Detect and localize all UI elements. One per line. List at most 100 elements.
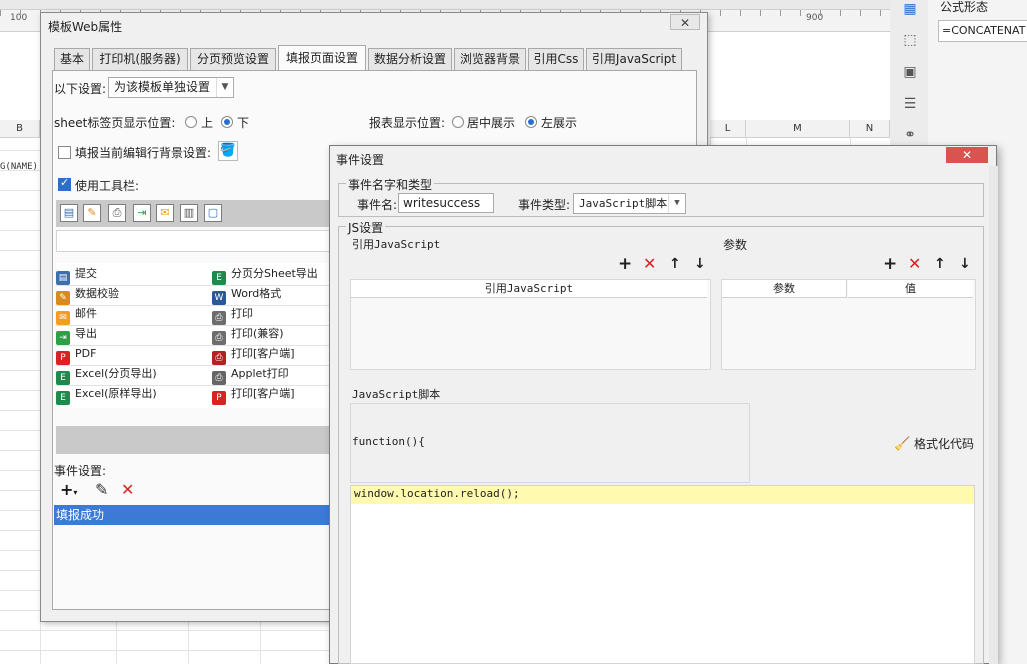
button-item[interactable]: ✎ 数据校验 bbox=[56, 284, 119, 305]
ref-js-header[interactable]: 引用JavaScript bbox=[351, 280, 707, 298]
ruler-tick bbox=[840, 10, 841, 16]
move-up-button[interactable]: ↑ bbox=[669, 256, 681, 272]
print-client-icon: ⎙ bbox=[212, 351, 226, 365]
widget-icon[interactable]: ▦ bbox=[902, 1, 918, 17]
column-header-m[interactable]: M bbox=[746, 120, 850, 138]
script-label: JavaScript脚本 bbox=[352, 388, 441, 401]
button-item[interactable]: ⎙ 打印[客户端] bbox=[212, 344, 295, 365]
button-item[interactable]: P PDF bbox=[56, 344, 96, 365]
crop-icon[interactable]: ⬚ bbox=[902, 32, 918, 48]
button-item[interactable]: E Excel(分页导出) bbox=[56, 364, 157, 385]
chevron-down-icon: ▼ bbox=[216, 78, 233, 97]
tab-css[interactable]: 引用Css bbox=[528, 48, 584, 70]
radio-report-left[interactable] bbox=[525, 116, 537, 128]
delete-js-button[interactable]: ✕ bbox=[643, 256, 656, 272]
tab-data-analysis[interactable]: 数据分析设置 bbox=[368, 48, 452, 70]
print-icon[interactable]: ⎙ bbox=[108, 204, 126, 222]
tab-page-preview[interactable]: 分页预览设置 bbox=[190, 48, 276, 70]
ruler-tick bbox=[20, 10, 21, 16]
pdf-print-icon: P bbox=[212, 391, 226, 405]
event-list-item[interactable]: 填报成功 bbox=[54, 505, 332, 525]
radio-label: 居中展示 bbox=[467, 116, 516, 130]
window-icon[interactable]: ▢ bbox=[204, 204, 222, 222]
button-item[interactable]: ⎙ 打印(兼容) bbox=[212, 324, 284, 345]
button-item[interactable]: E 分页分Sheet导出 bbox=[212, 264, 318, 285]
ruler-tick bbox=[800, 10, 801, 16]
radio-report-center[interactable] bbox=[452, 116, 464, 128]
dialog-title: 事件设置 bbox=[336, 153, 385, 167]
button-item[interactable]: ▤ 提交 bbox=[56, 264, 97, 285]
event-settings-label: 事件设置: bbox=[54, 464, 107, 478]
paint-bucket-icon[interactable]: 🪣 bbox=[218, 141, 238, 161]
fill-bg-label: 填报当前编辑行背景设置: bbox=[75, 146, 212, 160]
move-down-button[interactable]: ↓ bbox=[694, 256, 706, 272]
button-item-label: 分页分Sheet导出 bbox=[231, 267, 318, 280]
button-item[interactable]: ✉ 邮件 bbox=[56, 304, 97, 325]
delete-event-button[interactable]: ✕ bbox=[121, 482, 134, 498]
code-line[interactable]: window.location.reload(); bbox=[354, 486, 520, 502]
toolbar-slot bbox=[56, 230, 336, 252]
group-title: 事件名字和类型 bbox=[346, 176, 435, 193]
layout-icon[interactable]: ▥ bbox=[180, 204, 198, 222]
button-item-label: 打印(兼容) bbox=[231, 327, 284, 340]
params-header-value[interactable]: 值 bbox=[848, 280, 973, 298]
settings-select-value: 为该模板单独设置 bbox=[114, 80, 211, 94]
close-button[interactable]: ✕ bbox=[946, 147, 988, 163]
params-header-param[interactable]: 参数 bbox=[722, 280, 847, 298]
tab-printer[interactable]: 打印机(服务器) bbox=[92, 48, 188, 70]
button-item-label: Applet打印 bbox=[231, 367, 289, 380]
settings-label: 以下设置: bbox=[54, 82, 107, 96]
radio-sheet-bottom[interactable] bbox=[221, 116, 233, 128]
export-icon[interactable]: ⇥ bbox=[133, 204, 151, 222]
column-header-l[interactable]: L bbox=[710, 120, 746, 138]
param-down-button[interactable]: ↓ bbox=[959, 256, 971, 272]
report-pos-label: 报表显示位置: bbox=[369, 116, 446, 130]
button-item-label: 打印[客户端] bbox=[231, 347, 295, 360]
pencil-icon[interactable]: ✎ bbox=[83, 204, 101, 222]
ruler-tick bbox=[780, 10, 781, 16]
button-item[interactable]: ⇥ 导出 bbox=[56, 324, 97, 345]
word-icon: W bbox=[212, 291, 226, 305]
layers-icon[interactable]: ☰ bbox=[902, 96, 918, 112]
settings-select[interactable]: 为该模板单独设置 ▼ bbox=[108, 77, 234, 98]
button-item[interactable]: ⎙ Applet打印 bbox=[212, 364, 289, 385]
use-toolbar-checkbox[interactable] bbox=[58, 176, 71, 191]
code-editor[interactable] bbox=[350, 485, 975, 664]
column-header-n[interactable]: N bbox=[850, 120, 890, 138]
column-header-b[interactable]: B bbox=[0, 120, 40, 138]
button-item-label: 提交 bbox=[75, 267, 97, 280]
dropdown-icon[interactable]: ▣ bbox=[902, 64, 918, 80]
mail-icon[interactable]: ✉ bbox=[156, 204, 174, 222]
button-item[interactable]: E Excel(原样导出) bbox=[56, 384, 157, 405]
add-param-button[interactable]: + bbox=[883, 256, 897, 273]
event-type-select[interactable]: JavaScript脚本 ▼ bbox=[573, 193, 686, 214]
tab-fill-page[interactable]: 填报页面设置 bbox=[278, 45, 366, 70]
radio-sheet-top[interactable] bbox=[185, 116, 197, 128]
format-code-label: 格式化代码 bbox=[914, 437, 975, 451]
button-item-label: 打印[客户端] bbox=[231, 387, 295, 400]
button-item-label: Word格式 bbox=[231, 287, 282, 300]
edit-icon[interactable]: ✎ bbox=[95, 482, 108, 498]
param-up-button[interactable]: ↑ bbox=[934, 256, 946, 272]
button-item[interactable]: W Word格式 bbox=[212, 284, 282, 305]
fill-bg-checkbox[interactable] bbox=[58, 146, 71, 159]
excel-icon: E bbox=[212, 271, 226, 285]
tab-basic[interactable]: 基本 bbox=[54, 48, 90, 70]
applet-print-icon: ⎙ bbox=[212, 371, 226, 385]
radio-label: 下 bbox=[237, 116, 250, 130]
tab-javascript[interactable]: 引用JavaScript bbox=[586, 48, 682, 70]
link-icon[interactable]: ⚭ bbox=[902, 127, 918, 143]
save-icon[interactable]: ▤ bbox=[60, 204, 78, 222]
close-button[interactable]: ✕ bbox=[670, 14, 700, 30]
button-item[interactable]: P 打印[客户端] bbox=[212, 384, 295, 405]
scrollbar[interactable] bbox=[989, 166, 998, 664]
button-item-label: 邮件 bbox=[75, 307, 97, 320]
format-code-button[interactable]: 🧹 格式化代码 bbox=[894, 435, 974, 452]
delete-param-button[interactable]: ✕ bbox=[908, 256, 921, 272]
formula-field[interactable]: =CONCATENAT bbox=[938, 20, 1027, 42]
add-event-button[interactable]: +▾ bbox=[60, 482, 77, 501]
tab-browser-bg[interactable]: 浏览器背景 bbox=[454, 48, 526, 70]
add-js-button[interactable]: + bbox=[618, 256, 632, 273]
button-item[interactable]: ⎙ 打印 bbox=[212, 304, 253, 325]
event-name-input[interactable]: writesuccess bbox=[398, 193, 494, 213]
